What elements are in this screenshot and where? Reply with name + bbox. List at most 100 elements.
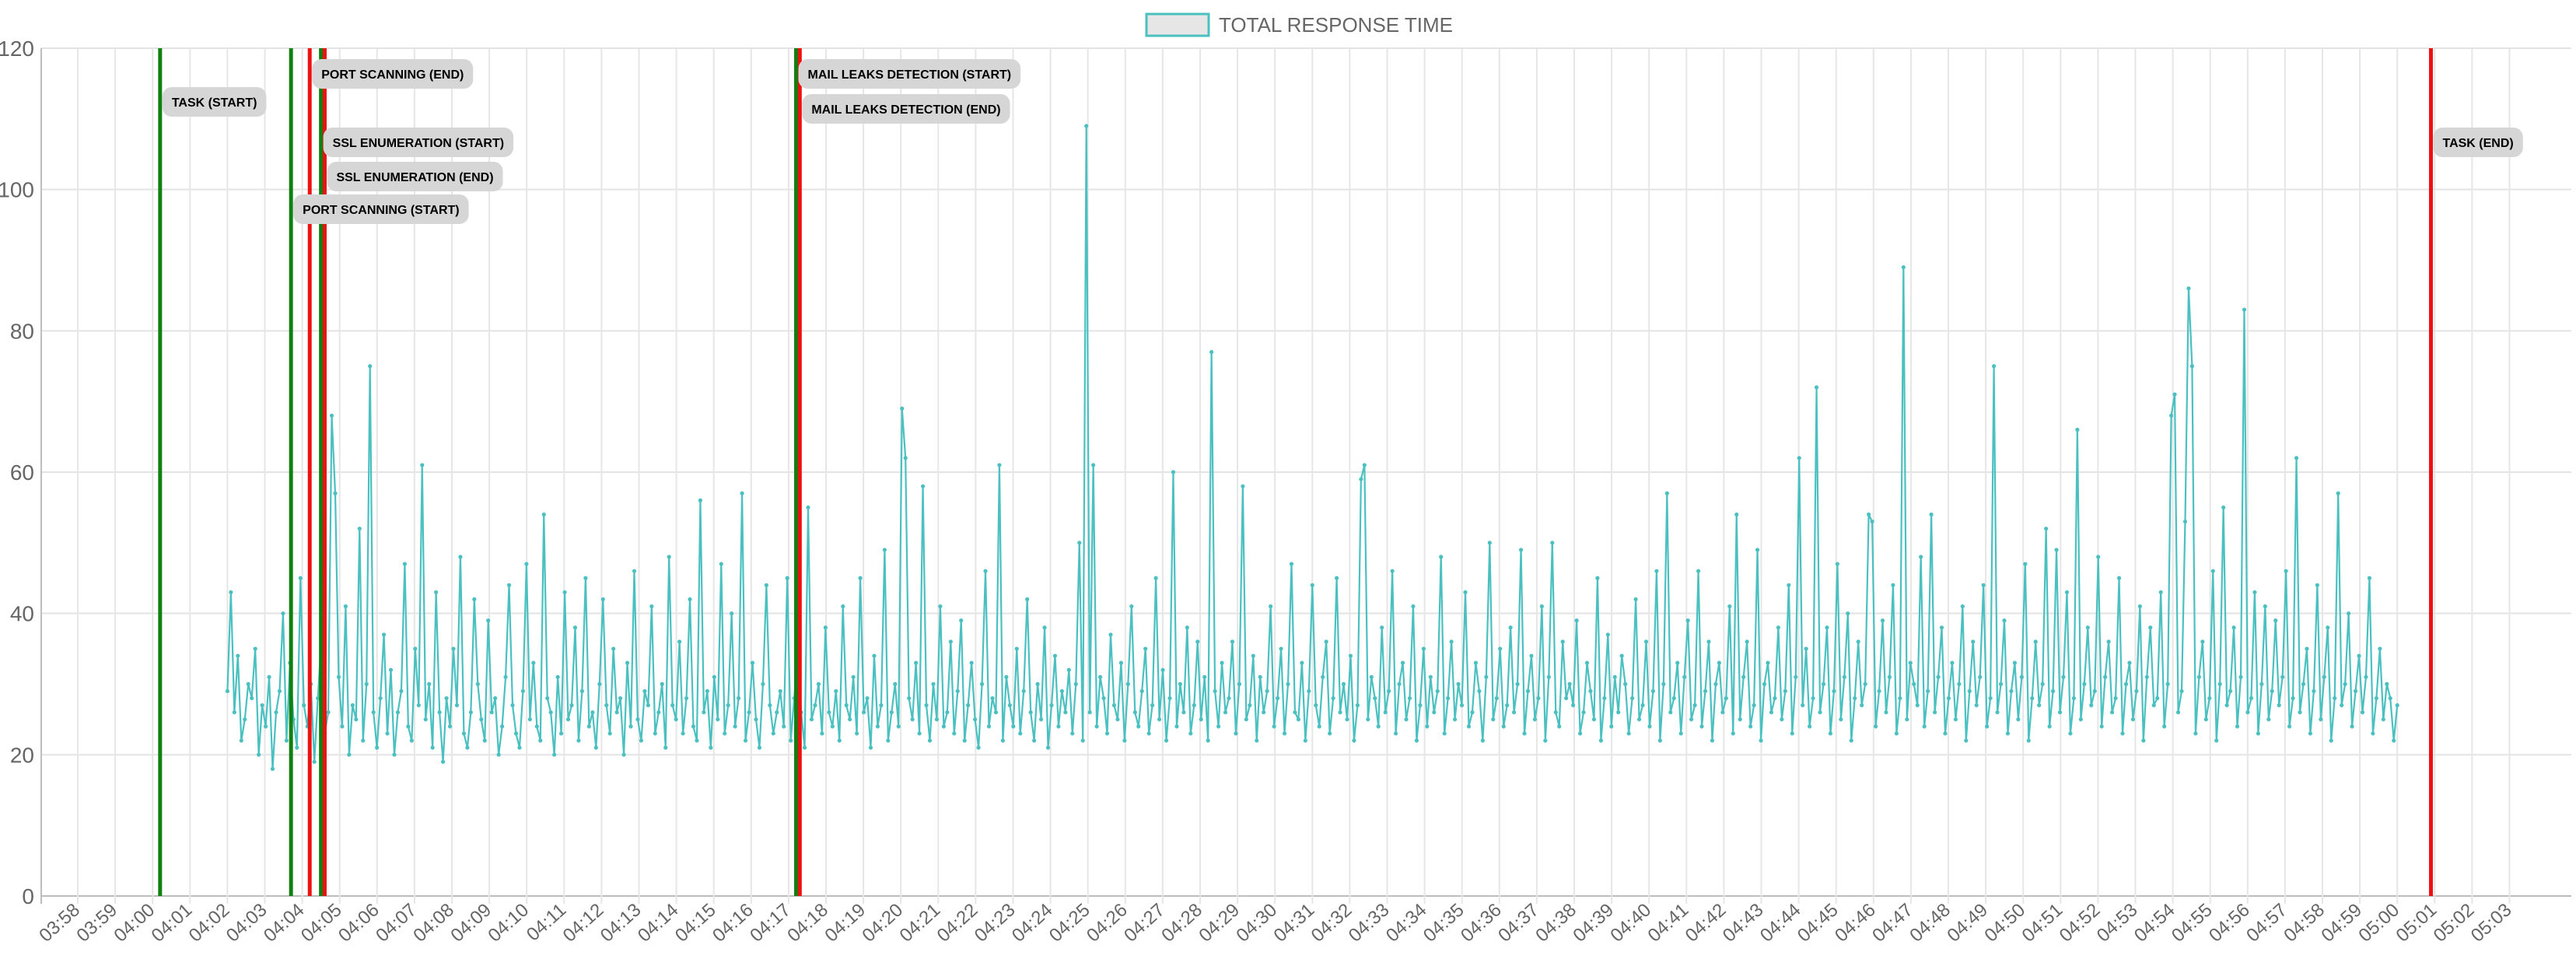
data-point[interactable] bbox=[1449, 639, 1454, 644]
data-point[interactable] bbox=[632, 569, 637, 573]
data-point[interactable] bbox=[695, 738, 699, 743]
data-point[interactable] bbox=[2012, 660, 2018, 665]
data-point[interactable] bbox=[1369, 674, 1374, 680]
data-point[interactable] bbox=[1390, 569, 1395, 573]
data-point[interactable] bbox=[1685, 618, 1690, 623]
data-point[interactable] bbox=[1804, 646, 1808, 651]
data-point[interactable] bbox=[1780, 717, 1784, 722]
data-point[interactable] bbox=[743, 738, 748, 743]
data-point[interactable] bbox=[1873, 724, 1878, 729]
data-point[interactable] bbox=[1794, 674, 1798, 680]
data-point[interactable] bbox=[611, 646, 616, 651]
data-point[interactable] bbox=[1097, 674, 1103, 680]
data-point[interactable] bbox=[2092, 688, 2097, 694]
data-point[interactable] bbox=[855, 731, 859, 736]
data-point[interactable] bbox=[538, 738, 543, 743]
data-point[interactable] bbox=[1397, 681, 1402, 687]
data-point[interactable] bbox=[2284, 569, 2288, 573]
data-point[interactable] bbox=[1998, 681, 2004, 687]
data-point[interactable] bbox=[340, 724, 345, 729]
data-point[interactable] bbox=[1849, 738, 1853, 743]
data-point[interactable] bbox=[354, 717, 359, 722]
data-point[interactable] bbox=[1028, 710, 1033, 715]
data-point[interactable] bbox=[1814, 385, 1819, 390]
data-point[interactable] bbox=[565, 717, 571, 722]
data-point[interactable] bbox=[1101, 696, 1106, 701]
data-point[interactable] bbox=[2113, 696, 2118, 701]
data-point[interactable] bbox=[1591, 717, 1597, 722]
data-point[interactable] bbox=[2175, 710, 2181, 715]
data-point[interactable] bbox=[1279, 646, 1283, 651]
data-point[interactable] bbox=[1689, 717, 1694, 722]
data-point[interactable] bbox=[260, 703, 264, 708]
data-point[interactable] bbox=[2064, 590, 2070, 595]
data-point[interactable] bbox=[1946, 696, 1951, 701]
data-point[interactable] bbox=[329, 413, 334, 418]
data-point[interactable] bbox=[973, 717, 978, 722]
data-point[interactable] bbox=[1296, 717, 1301, 722]
data-point[interactable] bbox=[1056, 724, 1061, 729]
data-point[interactable] bbox=[726, 703, 730, 708]
data-point[interactable] bbox=[385, 731, 390, 736]
data-point[interactable] bbox=[343, 604, 348, 609]
data-point[interactable] bbox=[1501, 724, 1506, 729]
data-point[interactable] bbox=[952, 731, 957, 736]
data-point[interactable] bbox=[270, 766, 275, 772]
data-point[interactable] bbox=[1557, 724, 1562, 729]
data-point[interactable] bbox=[2078, 717, 2083, 722]
data-point[interactable] bbox=[1335, 576, 1339, 580]
data-point[interactable] bbox=[2203, 717, 2208, 722]
data-point[interactable] bbox=[263, 724, 268, 729]
data-point[interactable] bbox=[1991, 364, 1997, 369]
data-point[interactable] bbox=[813, 703, 817, 708]
data-point[interactable] bbox=[2249, 696, 2254, 701]
data-point[interactable] bbox=[493, 696, 498, 701]
data-point[interactable] bbox=[1446, 696, 1451, 701]
data-point[interactable] bbox=[1532, 717, 1538, 722]
data-point[interactable] bbox=[1258, 674, 1262, 680]
data-point[interactable] bbox=[378, 696, 383, 701]
data-point[interactable] bbox=[1466, 724, 1472, 729]
data-point[interactable] bbox=[1661, 681, 1666, 687]
data-point[interactable] bbox=[1209, 349, 1214, 355]
data-point[interactable] bbox=[639, 738, 644, 743]
data-point[interactable] bbox=[1856, 639, 1860, 644]
data-point[interactable] bbox=[986, 724, 992, 729]
data-point[interactable] bbox=[979, 681, 985, 687]
data-point[interactable] bbox=[649, 604, 654, 609]
data-point[interactable] bbox=[660, 681, 664, 687]
data-point[interactable] bbox=[2333, 696, 2337, 701]
data-point[interactable] bbox=[1720, 710, 1725, 715]
data-point[interactable] bbox=[2054, 548, 2059, 552]
data-point[interactable] bbox=[1818, 710, 1822, 715]
data-point[interactable] bbox=[823, 625, 828, 630]
data-point[interactable] bbox=[1428, 674, 1433, 680]
data-point[interactable] bbox=[2221, 505, 2226, 510]
data-point[interactable] bbox=[434, 590, 439, 595]
data-point[interactable] bbox=[716, 717, 720, 722]
data-point[interactable] bbox=[1341, 681, 1346, 687]
data-point[interactable] bbox=[2016, 717, 2021, 722]
data-point[interactable] bbox=[764, 583, 768, 587]
data-point[interactable] bbox=[993, 710, 999, 715]
data-point[interactable] bbox=[1630, 696, 1635, 701]
data-point[interactable] bbox=[413, 646, 418, 651]
data-point[interactable] bbox=[1522, 731, 1527, 736]
data-point[interactable] bbox=[395, 710, 401, 715]
data-point[interactable] bbox=[1331, 696, 1335, 701]
data-point[interactable] bbox=[740, 491, 744, 495]
data-point[interactable] bbox=[534, 724, 539, 729]
data-point[interactable] bbox=[236, 653, 240, 658]
data-point[interactable] bbox=[1574, 618, 1579, 623]
data-point[interactable] bbox=[1307, 688, 1311, 694]
data-point[interactable] bbox=[1512, 710, 1517, 715]
data-point[interactable] bbox=[2280, 674, 2285, 680]
data-point[interactable] bbox=[336, 674, 341, 680]
data-point[interactable] bbox=[1129, 604, 1134, 609]
data-point[interactable] bbox=[2238, 674, 2243, 680]
data-point[interactable] bbox=[503, 674, 508, 680]
data-point[interactable] bbox=[1400, 660, 1405, 665]
data-point[interactable] bbox=[250, 696, 254, 701]
data-point[interactable] bbox=[931, 681, 936, 687]
data-point[interactable] bbox=[371, 710, 376, 715]
